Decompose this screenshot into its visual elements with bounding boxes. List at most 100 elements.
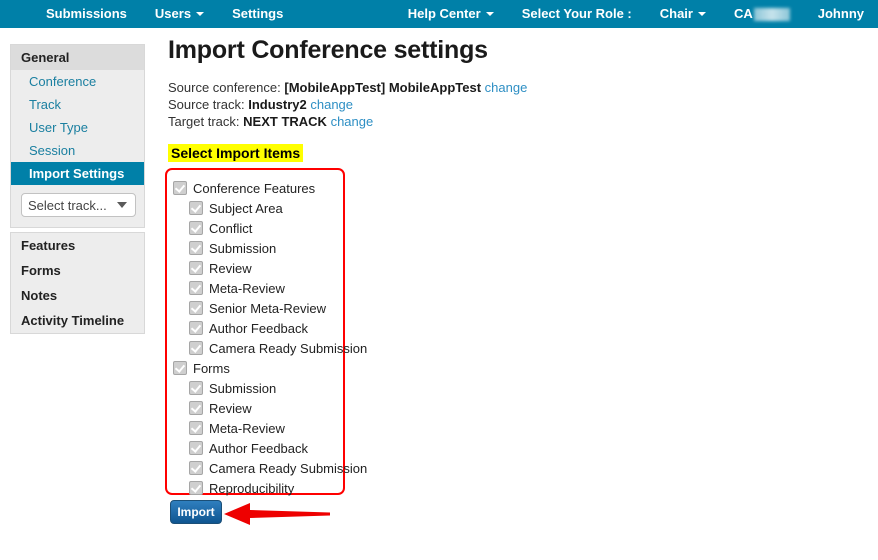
nav-item-submissions[interactable]: Submissions — [32, 0, 141, 28]
sidebar-group-header-general: General — [11, 45, 144, 70]
import-item-row[interactable]: Author Feedback — [173, 318, 343, 338]
import-item-row[interactable]: Senior Meta-Review — [173, 298, 343, 318]
import-item-label: Senior Meta-Review — [209, 300, 327, 316]
checkbox-checked-icon[interactable] — [189, 481, 203, 495]
sidebar-group-sections: Features Forms Notes Activity Timeline — [10, 232, 145, 334]
sidebar-item-notes[interactable]: Notes — [11, 283, 144, 308]
nav-item-label: Help Center — [407, 6, 481, 21]
import-item-row[interactable]: Conflict — [173, 218, 343, 238]
annotation-arrow-icon — [224, 503, 330, 525]
target-track-line: Target track: NEXT TRACK change — [168, 113, 868, 130]
nav-left-group: Submissions Users Settings — [32, 0, 297, 28]
checkbox-checked-icon[interactable] — [189, 221, 203, 235]
import-item-row[interactable]: Meta-Review — [173, 418, 343, 438]
select-import-items-heading: Select Import Items — [168, 144, 304, 162]
import-item-row[interactable]: Review — [173, 258, 343, 278]
checkbox-checked-icon[interactable] — [189, 341, 203, 355]
sidebar-item-conference[interactable]: Conference — [11, 70, 144, 93]
source-conference-label: Source conference: — [168, 80, 281, 95]
import-item-label: Forms — [193, 360, 230, 376]
chevron-down-icon — [697, 12, 706, 16]
import-item-label: Reproducibility — [209, 480, 295, 496]
import-item-row[interactable]: Camera Ready Submission — [173, 458, 367, 478]
sidebar-item-user-type[interactable]: User Type — [11, 116, 144, 139]
nav-item-users[interactable]: Users — [141, 0, 218, 28]
import-item-label: Submission — [209, 240, 277, 256]
chevron-down-icon — [485, 12, 494, 16]
chevron-down-icon — [117, 202, 127, 208]
nav-item-role-chair[interactable]: Chair — [646, 0, 720, 28]
target-track-label: Target track: — [168, 114, 240, 129]
checkbox-checked-icon[interactable] — [189, 321, 203, 335]
import-button[interactable]: Import — [170, 500, 222, 524]
source-track-change-link[interactable]: change — [310, 97, 353, 112]
sidebar-group-general: General Conference Track User Type Sessi… — [10, 44, 145, 228]
import-item-row[interactable]: Submission — [173, 238, 343, 258]
checkbox-checked-icon[interactable] — [189, 461, 203, 475]
checkbox-checked-icon[interactable] — [189, 421, 203, 435]
conference-code: CA — [720, 0, 804, 28]
import-item-row[interactable]: Forms — [173, 358, 343, 378]
source-conference-change-link[interactable]: change — [485, 80, 528, 95]
nav-item-user-menu[interactable]: Johnny — [804, 0, 878, 28]
sidebar-item-features[interactable]: Features — [11, 233, 144, 258]
import-items-panel: Conference Features Subject Area Conflict S… — [165, 168, 367, 498]
user-name-label: Johnny — [817, 6, 864, 21]
import-item-label: Camera Ready Submission — [209, 340, 368, 356]
import-item-row[interactable]: Subject Area — [173, 198, 343, 218]
checkbox-checked-icon[interactable] — [189, 281, 203, 295]
import-item-label: Conflict — [209, 220, 253, 236]
import-item-row[interactable]: Submission — [173, 378, 343, 398]
checkbox-checked-icon[interactable] — [173, 361, 187, 375]
sidebar-item-import-settings[interactable]: Import Settings — [11, 162, 144, 185]
chevron-down-icon — [196, 12, 205, 16]
track-select-value: Select track... — [28, 197, 107, 213]
nav-item-label: Select Your Role : — [521, 6, 632, 21]
sidebar-item-activity-timeline[interactable]: Activity Timeline — [11, 308, 144, 333]
sidebar-item-track[interactable]: Track — [11, 93, 144, 116]
import-item-label: Meta-Review — [209, 420, 285, 436]
nav-item-label: Settings — [232, 6, 284, 21]
nav-item-label: Users — [154, 6, 192, 21]
import-item-row[interactable]: Camera Ready Submission — [173, 338, 367, 358]
target-track-change-link[interactable]: change — [331, 114, 374, 129]
checkbox-checked-icon[interactable] — [189, 261, 203, 275]
checkbox-checked-icon[interactable] — [173, 181, 187, 195]
nav-item-settings[interactable]: Settings — [218, 0, 297, 28]
checkbox-checked-icon[interactable] — [189, 301, 203, 315]
checkbox-checked-icon[interactable] — [189, 441, 203, 455]
import-item-label: Review — [209, 400, 252, 416]
import-item-row[interactable]: Meta-Review — [173, 278, 343, 298]
main-content: Import Conference settings Source confer… — [168, 36, 868, 162]
source-track-value: Industry2 — [248, 97, 307, 112]
import-item-label: Author Feedback — [209, 440, 309, 456]
import-item-row[interactable]: Author Feedback — [173, 438, 343, 458]
track-select-wrapper: Select track... — [11, 185, 144, 227]
checkbox-checked-icon[interactable] — [189, 201, 203, 215]
redacted-conference-name — [753, 7, 790, 21]
nav-item-label: Chair — [659, 6, 693, 21]
nav-item-help-center[interactable]: Help Center — [394, 0, 508, 28]
nav-item-label: Submissions — [46, 6, 127, 21]
source-track-label: Source track: — [168, 97, 245, 112]
page-title: Import Conference settings — [168, 36, 488, 64]
source-track-line: Source track: Industry2 change — [168, 96, 868, 113]
import-item-label: Meta-Review — [209, 280, 285, 296]
sidebar-item-forms[interactable]: Forms — [11, 258, 144, 283]
import-item-row[interactable]: Reproducibility — [173, 478, 343, 498]
nav-right-group: Help Center Select Your Role : Chair CA … — [394, 0, 878, 28]
checkbox-checked-icon[interactable] — [189, 401, 203, 415]
conference-code-label: CA — [733, 6, 753, 21]
import-item-row[interactable]: Conference Features — [173, 178, 343, 198]
import-item-label: Review — [209, 260, 252, 276]
import-item-label: Submission — [209, 380, 277, 396]
checkbox-checked-icon[interactable] — [189, 241, 203, 255]
track-select[interactable]: Select track... — [21, 193, 136, 217]
source-conference-value: [MobileAppTest] MobileAppTest — [284, 80, 482, 95]
sidebar: General Conference Track User Type Sessi… — [10, 44, 145, 338]
import-item-row[interactable]: Review — [173, 398, 343, 418]
sidebar-item-session[interactable]: Session — [11, 139, 144, 162]
checkbox-checked-icon[interactable] — [189, 381, 203, 395]
import-item-label: Camera Ready Submission — [209, 460, 368, 476]
select-your-role-label: Select Your Role : — [508, 0, 646, 28]
